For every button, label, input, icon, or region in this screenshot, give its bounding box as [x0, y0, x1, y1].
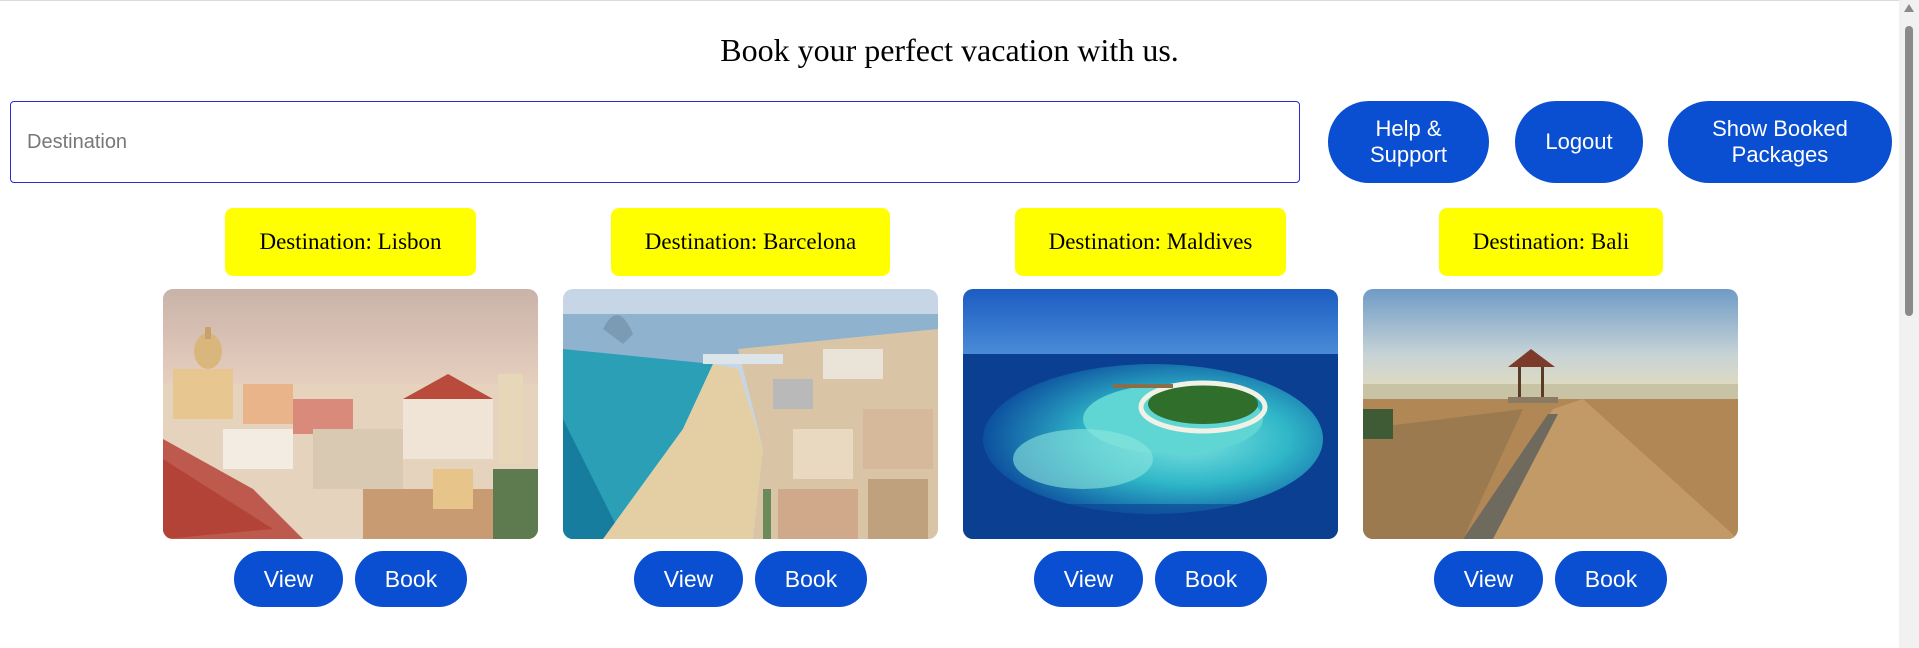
maldives-photo	[963, 289, 1338, 539]
help-support-button[interactable]: Help & Support	[1328, 101, 1489, 183]
page-title: Book your perfect vacation with us.	[720, 32, 1179, 68]
book-bali-button[interactable]: Book	[1555, 551, 1667, 607]
destination-search-input[interactable]	[10, 101, 1300, 183]
view-barcelona-button[interactable]: View	[634, 551, 743, 607]
view-maldives-button[interactable]: View	[1034, 551, 1143, 607]
destination-label-bali: Destination: Bali	[1439, 208, 1663, 276]
book-lisbon-button[interactable]: Book	[355, 551, 467, 607]
show-booked-packages-button[interactable]: Show Booked Packages	[1668, 101, 1892, 183]
logout-button[interactable]: Logout	[1515, 101, 1643, 183]
barcelona-photo	[563, 289, 938, 539]
book-barcelona-button[interactable]: Book	[755, 551, 867, 607]
view-lisbon-button[interactable]: View	[234, 551, 343, 607]
help-button-label-line1: Help &	[1375, 116, 1442, 141]
help-button-label-line2: Support	[1369, 142, 1448, 167]
lisbon-photo	[163, 289, 538, 539]
scrollbar-thumb[interactable]	[1905, 26, 1913, 316]
book-maldives-button[interactable]: Book	[1155, 551, 1267, 607]
booked-button-label-line2: Packages	[1731, 142, 1829, 167]
triangle-up-icon[interactable]	[1904, 4, 1914, 12]
destination-label-lisbon: Destination: Lisbon	[225, 208, 476, 276]
view-bali-button[interactable]: View	[1434, 551, 1543, 607]
destination-label-barcelona: Destination: Barcelona	[611, 208, 890, 276]
top-divider	[0, 0, 1899, 1]
bali-photo	[1363, 289, 1738, 539]
vertical-scrollbar[interactable]	[1899, 0, 1919, 648]
destination-label-maldives: Destination: Maldives	[1015, 208, 1286, 276]
booked-button-label-line1: Show Booked	[1712, 116, 1848, 141]
